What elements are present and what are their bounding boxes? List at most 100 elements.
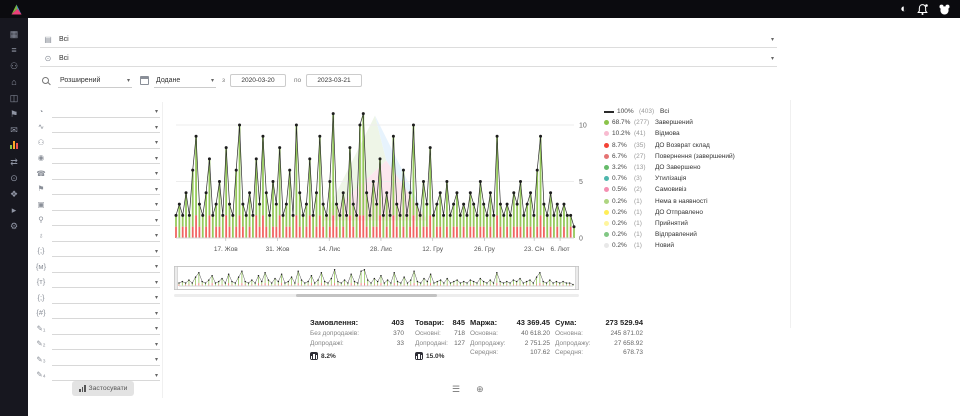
note-4-filter-select[interactable]: ▾	[52, 370, 160, 381]
chevron-down-icon: ▾	[155, 294, 158, 301]
orders-icon[interactable]: ≡	[0, 42, 28, 58]
calendar-icon	[140, 76, 149, 85]
note-2-filter-select[interactable]: ▾	[52, 339, 160, 350]
stock-filter-select[interactable]: ▾	[52, 200, 160, 211]
chart-scrollbar[interactable]	[174, 294, 579, 297]
date-field-select[interactable]: Додане ▾	[154, 74, 216, 88]
location-filter-select[interactable]: ▾	[52, 215, 160, 226]
app-window: ◐ ▦≡⚇⌂◫⚑✉ ⇄⊙❖▸⚙ ▤ Всі ▾	[0, 0, 960, 416]
apps-icon[interactable]: ❖	[0, 186, 28, 202]
custom-field-2-filter-select[interactable]: ▾	[52, 262, 160, 273]
legend-item[interactable]: 6.7%(27)Повернення (завершений)	[604, 151, 790, 162]
status-chart-filter-select[interactable]: ▾	[52, 122, 160, 133]
search-mode-select[interactable]: Розширений ▾	[58, 74, 132, 88]
legend-item[interactable]: 0.2%(1)Прийнятий	[604, 218, 790, 229]
stat-row-value: 678.73	[623, 349, 643, 359]
chevron-down-icon: ▾	[155, 186, 158, 193]
topbar: ◐	[0, 0, 960, 18]
chevron-down-icon: ▾	[155, 124, 158, 131]
legend-percent: 68.7%	[612, 119, 631, 126]
legend-item[interactable]: 0.2%(1)Новий	[604, 240, 790, 251]
chevron-down-icon: ▾	[155, 201, 158, 208]
legend-item[interactable]: 8.7%(35)ДО Возврат склад	[604, 140, 790, 151]
info-icon[interactable]: ⊙	[0, 170, 28, 186]
list-view-icon[interactable]: ☰	[452, 384, 460, 395]
integrations-icon[interactable]: ⇄	[0, 154, 28, 170]
legend-item[interactable]: 0.5%(2)Самовивіз	[604, 184, 790, 195]
date-to-input[interactable]: 2023-03-21	[306, 74, 362, 87]
chevron-down-icon: ▾	[155, 248, 158, 255]
stat-title: Сума:273 529.94	[555, 318, 643, 327]
site-filter-select[interactable]: ▾	[52, 231, 160, 242]
legend-item[interactable]: 0.2%(1)Нема в наявності	[604, 196, 790, 207]
stats-icon[interactable]	[0, 138, 28, 154]
managers-filter-select[interactable]: ▾	[52, 138, 160, 149]
phone-filter-select[interactable]: ▾	[52, 169, 160, 180]
range-brush-chart[interactable]	[174, 266, 579, 290]
apply-filters-button[interactable]: Застосувати	[72, 381, 134, 396]
note-1-filter-select[interactable]: ▾	[52, 324, 160, 335]
status-filter-value: Всі	[59, 36, 765, 43]
legend-percent: 0.2%	[612, 198, 631, 205]
custom-field-3-filter-select[interactable]: ▾	[52, 277, 160, 288]
date-to-label: по	[294, 77, 301, 84]
status-filter-select[interactable]: ▤ Всі ▾	[40, 32, 777, 48]
custom-field-1-filter-select[interactable]: ▾	[52, 246, 160, 257]
legend-item[interactable]: 0.2%(1)ДО Отправлено	[604, 207, 790, 218]
products-icon[interactable]: ◫	[0, 90, 28, 106]
theme-toggle-icon[interactable]: ◐	[900, 3, 907, 15]
dashboard-icon[interactable]: ▦	[0, 26, 28, 42]
legend-count: (27)	[634, 153, 652, 160]
stat-row-label: Середня:	[555, 349, 583, 359]
legend-item[interactable]: 68.7%(277)Завершений	[604, 117, 790, 128]
custom-field-5-filter-select[interactable]: ▾	[52, 308, 160, 319]
legend-item[interactable]: 10.2%(41)Відмова	[604, 128, 790, 139]
legend-item[interactable]: 0.2%(1)Відправлений	[604, 229, 790, 240]
legend-count: (403)	[639, 108, 657, 115]
stat-badge-value: 8.2%	[321, 353, 336, 360]
mail-icon[interactable]: ✉	[0, 122, 28, 138]
stat-title-label: Замовлення:	[310, 318, 358, 327]
location-filter-icon: ⚲	[34, 214, 48, 226]
legend-label: ДО Возврат склад	[655, 142, 710, 149]
legend-item[interactable]: 3.2%(13)ДО Завершено	[604, 162, 790, 173]
legend-dot-swatch	[604, 221, 609, 226]
home-icon[interactable]: ⌂	[0, 74, 28, 90]
settings-icon[interactable]: ⚙	[0, 218, 28, 234]
stat-title-value: 845	[452, 318, 465, 327]
source-filter-select[interactable]: ▾	[52, 107, 160, 118]
video-icon[interactable]: ▸	[0, 202, 28, 218]
tag-filter-select[interactable]: ▾	[52, 184, 160, 195]
stat-row: Допродажу:2 751.25	[470, 340, 550, 350]
scrollbar-handle[interactable]	[296, 294, 438, 297]
legend-item[interactable]: 100%(403)Всі	[604, 106, 790, 117]
legend-percent: 0.7%	[612, 175, 631, 182]
stat-title-value: 273 529.94	[605, 318, 643, 327]
chevron-down-icon: ▾	[211, 77, 214, 84]
legend-dot-swatch	[604, 120, 609, 125]
stat-title: Замовлення:403	[310, 318, 404, 327]
svg-text:5: 5	[579, 179, 583, 186]
legend-item[interactable]: 0.7%(3)Утилізація	[604, 173, 790, 184]
clients-icon[interactable]: ⚇	[0, 58, 28, 74]
stat-row: Середня:107.62	[470, 349, 550, 359]
legend-dot-swatch	[604, 143, 609, 148]
stat-row-label: Допродані:	[415, 340, 448, 350]
view-toggles: ☰⊕	[452, 384, 484, 395]
search-icon[interactable]	[42, 77, 49, 84]
svg-text:6. Лют: 6. Лют	[550, 246, 569, 253]
notifications-icon[interactable]	[916, 3, 929, 16]
app-logo[interactable]	[9, 3, 24, 16]
note-3-filter-select[interactable]: ▾	[52, 355, 160, 366]
tags-icon[interactable]: ⚑	[0, 106, 28, 122]
client-filter-select[interactable]: ▾	[52, 153, 160, 164]
assistant-icon[interactable]	[938, 3, 951, 16]
stat-row-label: Допродажі:	[310, 340, 344, 350]
stat-title: Маржа:43 369.45	[470, 318, 550, 327]
chevron-down-icon: ▾	[155, 310, 158, 317]
date-from-input[interactable]: 2020-03-20	[230, 74, 286, 87]
type-filter-select[interactable]: ⊙ Всі ▾	[40, 51, 777, 67]
orders-chart-canvas[interactable]: 051017. Жов31. Жов14. Лис28. Лис12. Гру2…	[174, 102, 594, 272]
map-view-icon[interactable]: ⊕	[476, 384, 484, 395]
custom-field-4-filter-select[interactable]: ▾	[52, 293, 160, 304]
